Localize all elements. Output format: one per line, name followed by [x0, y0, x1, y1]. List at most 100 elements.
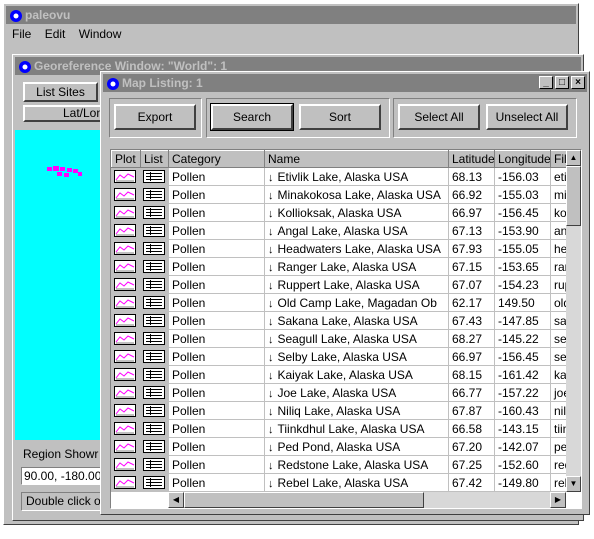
minimize-icon[interactable]: _: [539, 76, 553, 89]
list-cell[interactable]: [140, 185, 169, 204]
name-cell[interactable]: ↓ Ranger Lake, Alaska USA: [264, 257, 449, 276]
menu-window[interactable]: Window: [79, 27, 122, 41]
list-cell[interactable]: [140, 239, 169, 258]
plot-chart-icon[interactable]: [114, 458, 136, 471]
table-row[interactable]: Pollen ↓ Niliq Lake, Alaska USA 67.87 -160.4…: [111, 401, 567, 420]
list-cell[interactable]: [140, 275, 169, 294]
name-cell[interactable]: ↓ Headwaters Lake, Alaska USA: [264, 239, 449, 258]
plot-chart-icon[interactable]: [114, 404, 136, 417]
name-cell[interactable]: ↓ Minakokosa Lake, Alaska USA: [264, 185, 449, 204]
arrow-down-icon[interactable]: ↓: [268, 244, 274, 256]
plot-cell[interactable]: [111, 239, 141, 258]
list-cell[interactable]: [140, 203, 169, 222]
scroll-thumb-horizontal[interactable]: [184, 492, 424, 508]
plot-chart-icon[interactable]: [114, 422, 136, 435]
arrow-down-icon[interactable]: ↓: [268, 352, 274, 364]
plot-cell[interactable]: [111, 419, 141, 438]
arrow-down-icon[interactable]: ↓: [268, 226, 274, 238]
list-table-icon[interactable]: [143, 278, 165, 291]
list-cell[interactable]: [140, 365, 169, 384]
name-cell[interactable]: ↓ Seagull Lake, Alaska USA: [264, 329, 449, 348]
list-table-icon[interactable]: [143, 242, 165, 255]
arrow-down-icon[interactable]: ↓: [268, 262, 274, 274]
arrow-down-icon[interactable]: ↓: [268, 478, 274, 490]
table-row[interactable]: Pollen ↓ Tiinkdhul Lake, Alaska USA 66.58 -1…: [111, 419, 567, 438]
arrow-down-icon[interactable]: ↓: [268, 316, 274, 328]
list-cell[interactable]: [140, 257, 169, 276]
list-cell[interactable]: [140, 221, 169, 240]
name-cell[interactable]: ↓ Redstone Lake, Alaska USA: [264, 455, 449, 474]
list-table-icon[interactable]: [143, 422, 165, 435]
list-cell[interactable]: [140, 167, 169, 186]
table-row[interactable]: Pollen ↓ Kaiyak Lake, Alaska USA 68.15 -161.…: [111, 365, 567, 384]
list-cell[interactable]: [140, 473, 169, 492]
arrow-down-icon[interactable]: ↓: [268, 460, 274, 472]
list-cell[interactable]: [140, 401, 169, 420]
list-cell[interactable]: [140, 455, 169, 474]
arrow-down-icon[interactable]: ↓: [268, 370, 274, 382]
list-cell[interactable]: [140, 419, 169, 438]
arrow-down-icon[interactable]: ↓: [268, 280, 274, 292]
list-table-icon[interactable]: [143, 350, 165, 363]
plot-chart-icon[interactable]: [114, 170, 136, 183]
scroll-down-icon[interactable]: ▼: [566, 476, 581, 492]
name-cell[interactable]: ↓ Old Camp Lake, Magadan Ob: [264, 293, 449, 312]
name-cell[interactable]: ↓ Sakana Lake, Alaska USA: [264, 311, 449, 330]
paleovu-titlebar[interactable]: paleovu: [6, 6, 576, 24]
plot-chart-icon[interactable]: [114, 224, 136, 237]
name-cell[interactable]: ↓ Joe Lake, Alaska USA: [264, 383, 449, 402]
column-header-file[interactable]: Fil: [550, 150, 567, 168]
horizontal-scrollbar[interactable]: ◀ ▶: [168, 492, 566, 508]
list-table-icon[interactable]: [143, 440, 165, 453]
plot-cell[interactable]: [111, 437, 141, 456]
plot-cell[interactable]: [111, 311, 141, 330]
scroll-thumb-vertical[interactable]: [566, 166, 581, 226]
maximize-icon[interactable]: □: [555, 76, 569, 89]
menu-edit[interactable]: Edit: [45, 27, 66, 41]
name-cell[interactable]: ↓ Selby Lake, Alaska USA: [264, 347, 449, 366]
arrow-down-icon[interactable]: ↓: [268, 442, 274, 454]
list-cell[interactable]: [140, 347, 169, 366]
table-row[interactable]: Pollen ↓ Etivlik Lake, Alaska USA 68.13 -156…: [111, 167, 567, 186]
table-row[interactable]: Pollen ↓ Rebel Lake, Alaska USA 67.42 -149.8…: [111, 473, 567, 492]
plot-chart-icon[interactable]: [114, 476, 136, 489]
plot-chart-icon[interactable]: [114, 278, 136, 291]
arrow-down-icon[interactable]: ↓: [268, 298, 274, 310]
list-table-icon[interactable]: [143, 458, 165, 471]
plot-chart-icon[interactable]: [114, 440, 136, 453]
list-table-icon[interactable]: [143, 206, 165, 219]
plot-cell[interactable]: [111, 455, 141, 474]
list-table-icon[interactable]: [143, 188, 165, 201]
arrow-down-icon[interactable]: ↓: [268, 424, 274, 436]
map-listing-titlebar[interactable]: Map Listing: 1 _ □ ×: [103, 74, 587, 92]
column-header-name[interactable]: Name: [264, 150, 449, 168]
list-table-icon[interactable]: [143, 314, 165, 327]
name-cell[interactable]: ↓ Ruppert Lake, Alaska USA: [264, 275, 449, 294]
table-row[interactable]: Pollen ↓ Minakokosa Lake, Alaska USA 66.92-…: [111, 185, 567, 204]
table-row[interactable]: Pollen ↓ Sakana Lake, Alaska USA 67.43 -147.…: [111, 311, 567, 330]
plot-chart-icon[interactable]: [114, 350, 136, 363]
plot-chart-icon[interactable]: [114, 242, 136, 255]
table-row[interactable]: Pollen ↓ Ped Pond, Alaska USA 67.20 -142.07 p…: [111, 437, 567, 456]
name-cell[interactable]: ↓ Angal Lake, Alaska USA: [264, 221, 449, 240]
column-header-plot[interactable]: Plot: [111, 150, 141, 168]
plot-cell[interactable]: [111, 185, 141, 204]
plot-chart-icon[interactable]: [114, 206, 136, 219]
plot-cell[interactable]: [111, 167, 141, 186]
plot-chart-icon[interactable]: [114, 314, 136, 327]
list-cell[interactable]: [140, 329, 169, 348]
plot-cell[interactable]: [111, 365, 141, 384]
name-cell[interactable]: ↓ Kollioksak, Alaska USA: [264, 203, 449, 222]
table-row[interactable]: Pollen ↓ Ruppert Lake, Alaska USA 67.07 -154…: [111, 275, 567, 294]
table-row[interactable]: Pollen ↓ Seagull Lake, Alaska USA 68.27 -145…: [111, 329, 567, 348]
list-table-icon[interactable]: [143, 296, 165, 309]
table-row[interactable]: Pollen ↓ Ranger Lake, Alaska USA 67.15 -153.…: [111, 257, 567, 276]
list-table-icon[interactable]: [143, 260, 165, 273]
plot-chart-icon[interactable]: [114, 332, 136, 345]
list-cell[interactable]: [140, 383, 169, 402]
search-button[interactable]: Search: [210, 103, 294, 131]
column-header-category[interactable]: Category: [168, 150, 265, 168]
column-header-latitude[interactable]: Latitude: [448, 150, 495, 168]
list-cell[interactable]: [140, 293, 169, 312]
plot-cell[interactable]: [111, 203, 141, 222]
